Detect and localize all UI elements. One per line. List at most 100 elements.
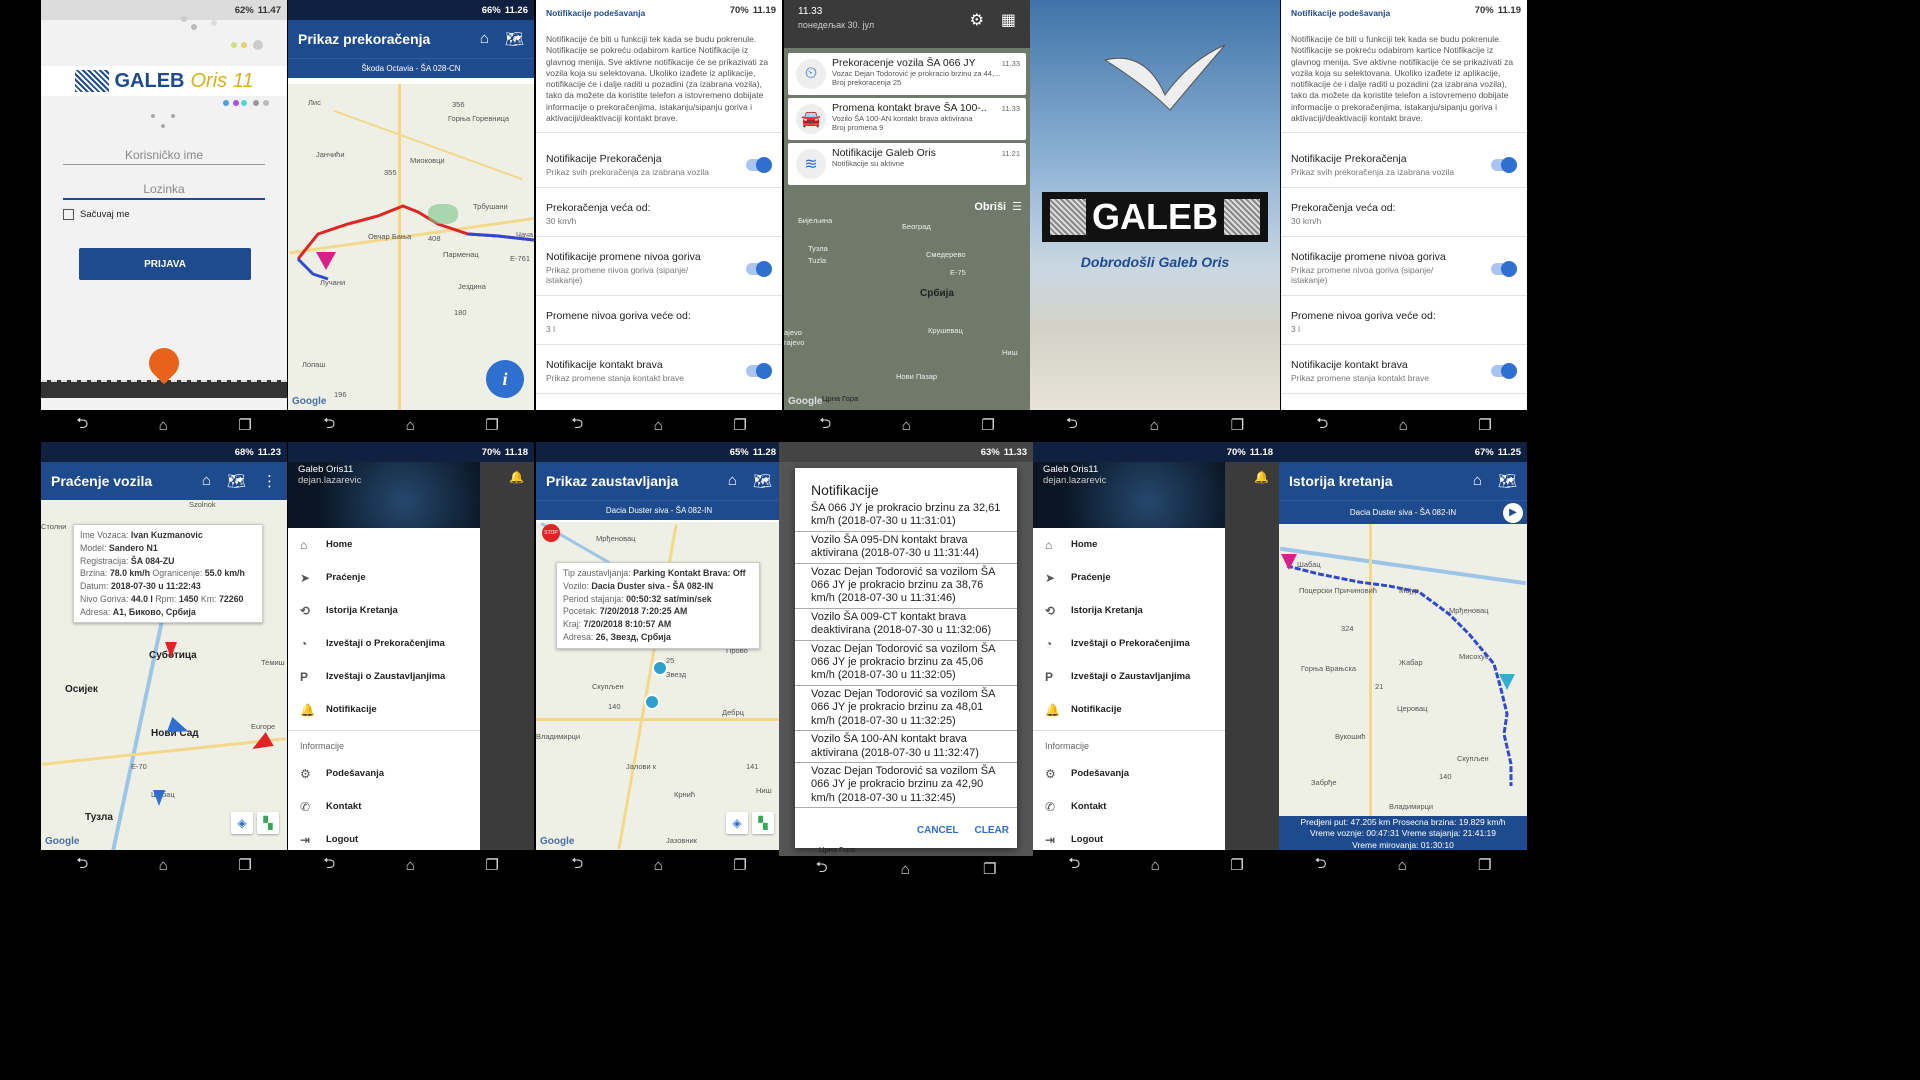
back-icon[interactable]: ⮌ — [76, 413, 88, 438]
home-nav-icon[interactable]: ⌂ — [1398, 857, 1407, 874]
setting-overspeed[interactable]: Notifikacije Prekoračenja Prikaz svih pr… — [1281, 133, 1527, 189]
setting-fuel-threshold[interactable]: Promene nivoa goriva veće od: 3 l — [536, 296, 782, 346]
login-button[interactable]: PRIJAVA — [79, 248, 251, 280]
home-nav-icon[interactable]: ⌂ — [902, 417, 911, 434]
home-nav-icon[interactable]: ⌂ — [159, 417, 168, 434]
recent-apps-icon[interactable]: ❐ — [238, 416, 251, 434]
map-icon[interactable]: 🗺 — [505, 30, 524, 48]
map-icon[interactable]: 🗺 — [227, 472, 246, 490]
more-options-icon[interactable]: ⋮ — [262, 472, 277, 490]
back-icon[interactable]: ⮌ — [323, 853, 335, 878]
home-icon[interactable]: ⌂ — [1473, 472, 1482, 490]
recent-apps-icon[interactable]: ❐ — [981, 416, 994, 434]
map[interactable]: Szolnok Столни Суботица Осијек Нови Сад … — [41, 500, 287, 850]
back-icon[interactable]: ⮌ — [1315, 853, 1327, 878]
back-icon[interactable]: ⮌ — [76, 853, 88, 878]
back-icon[interactable]: ⮌ — [323, 413, 335, 438]
recent-apps-icon[interactable]: ❐ — [1230, 856, 1243, 874]
menu-tracking[interactable]: ➤ Praćenje — [1033, 561, 1225, 594]
notification-card[interactable]: ⏲ Prekoracenje vozila ŠA 066 JY Vozac De… — [788, 53, 1026, 95]
overspeed-toggle[interactable] — [746, 157, 772, 174]
home-nav-icon[interactable]: ⌂ — [406, 417, 415, 434]
menu-settings[interactable]: ⚙ Podešavanja — [1033, 757, 1225, 790]
home-nav-icon[interactable]: ⌂ — [159, 857, 168, 874]
recent-apps-icon[interactable]: ❐ — [733, 416, 746, 434]
notification-item[interactable]: Vozac Dejan Todorović sa vozilom ŠA 066 … — [795, 686, 1017, 732]
home-icon[interactable]: ⌂ — [728, 472, 737, 490]
overspeed-toggle[interactable] — [1491, 157, 1517, 174]
map-icon[interactable]: 🗺 — [1498, 472, 1517, 490]
home-icon[interactable]: ⌂ — [202, 472, 211, 490]
home-nav-icon[interactable]: ⌂ — [654, 857, 663, 874]
map[interactable]: Шабац Поцерски Причиновић Мајур Мрђенова… — [1279, 524, 1527, 850]
notification-item[interactable]: Vozilo ŠA 095-DN kontakt brava aktiviran… — [795, 532, 1017, 564]
menu-contact[interactable]: ✆ Kontakt — [1033, 790, 1225, 823]
menu-overspeed-reports[interactable]: ◔ Izveštaji o Prekoračenjima — [288, 627, 480, 660]
recent-apps-icon[interactable]: ❐ — [485, 416, 498, 434]
open-maps-icon[interactable]: ▚ — [752, 812, 774, 834]
recent-apps-icon[interactable]: ❐ — [983, 860, 996, 878]
setting-overspeed[interactable]: Notifikacije Prekoračenja Prikaz svih pr… — [536, 133, 782, 189]
map[interactable]: STOP Мрђеновац Прово Звезд Скупљен Влади… — [536, 522, 782, 850]
info-button[interactable]: i — [486, 360, 524, 398]
menu-stop-reports[interactable]: P Izveštaji o Zaustavljanjima — [1033, 660, 1225, 693]
quick-settings-icon[interactable]: ▦ — [1001, 10, 1016, 30]
remember-checkbox[interactable] — [63, 209, 74, 220]
map[interactable]: Лис Горња Горевница Јанчићи Миоковци Овч… — [288, 84, 534, 410]
menu-stop-reports[interactable]: P Izveštaji o Zaustavljanjima — [288, 660, 480, 693]
menu-home[interactable]: ⌂ Home — [288, 528, 480, 561]
notification-item[interactable]: Vozac Dejan Todorović sa vozilom ŠA 066 … — [795, 564, 1017, 609]
ignition-toggle[interactable] — [1491, 363, 1517, 380]
menu-contact[interactable]: ✆ Kontakt — [288, 790, 480, 823]
notification-item[interactable]: Vozac Dejan Todorović sa vozilom ŠA 066 … — [795, 763, 1017, 809]
setting-fuel[interactable]: Notifikacije promene nivoa goriva Prikaz… — [1281, 237, 1527, 297]
recent-apps-icon[interactable]: ❐ — [1478, 416, 1491, 434]
menu-history[interactable]: ⟲ Istorija Kretanja — [288, 594, 480, 627]
notification-card[interactable]: 🚘 Promena kontakt brave ŠA 100-.. Vozilo… — [788, 98, 1026, 140]
home-nav-icon[interactable]: ⌂ — [1151, 857, 1160, 874]
map-icon[interactable]: 🗺 — [753, 472, 772, 490]
recent-apps-icon[interactable]: ❐ — [1478, 856, 1491, 874]
setting-fuel-threshold[interactable]: Promene nivoa goriva veće od: 3 l — [1281, 296, 1527, 346]
play-button-icon[interactable]: ▶ — [1503, 503, 1523, 523]
back-icon[interactable]: ⮌ — [1068, 853, 1080, 878]
password-input[interactable]: Lozinka — [63, 182, 265, 200]
notification-item[interactable]: Vozac Dejan Todorović sa vozilom ŠA 066 … — [795, 641, 1017, 686]
back-icon[interactable]: ⮌ — [816, 857, 828, 882]
home-nav-icon[interactable]: ⌂ — [1150, 417, 1159, 434]
ignition-toggle[interactable] — [746, 363, 772, 380]
remember-row[interactable]: Sačuvaj me — [63, 209, 130, 220]
directions-icon[interactable]: ◈ — [726, 812, 748, 834]
notification-card[interactable]: ≋ Notifikacije Galeb Oris Notifikacije s… — [788, 143, 1026, 185]
back-icon[interactable]: ⮌ — [571, 413, 583, 438]
home-nav-icon[interactable]: ⌂ — [406, 857, 415, 874]
setting-fuel[interactable]: Notifikacije promene nivoa goriva Prikaz… — [536, 237, 782, 297]
menu-tracking[interactable]: ➤ Praćenje — [288, 561, 480, 594]
menu-logout[interactable]: ⇥ Logout — [288, 823, 480, 850]
username-input[interactable]: Korisničko ime — [63, 148, 265, 165]
recent-apps-icon[interactable]: ❐ — [1231, 416, 1244, 434]
bell-icon[interactable]: 🔔 — [1254, 470, 1269, 484]
recent-apps-icon[interactable]: ❐ — [733, 856, 746, 874]
notification-item[interactable]: Vozilo ŠA 009-CT kontakt brava deaktivir… — [795, 609, 1017, 641]
home-icon[interactable]: ⌂ — [480, 30, 489, 48]
fuel-toggle[interactable] — [1491, 261, 1517, 278]
menu-history[interactable]: ⟲ Istorija Kretanja — [1033, 594, 1225, 627]
menu-settings[interactable]: ⚙ Podešavanja — [288, 757, 480, 790]
back-icon[interactable]: ⮌ — [1066, 413, 1078, 438]
menu-logout[interactable]: ⇥ Logout — [1033, 823, 1225, 850]
notification-item[interactable]: Vozilo ŠA 100-AN kontakt brava aktiviran… — [795, 731, 1017, 763]
fuel-toggle[interactable] — [746, 261, 772, 278]
clear-button[interactable]: CLEAR — [975, 825, 1009, 836]
settings-gear-icon[interactable]: ⚙ — [970, 10, 984, 30]
setting-ignition[interactable]: Notifikacije kontakt brava Prikaz promen… — [1281, 345, 1527, 395]
back-icon[interactable]: ⮌ — [819, 413, 831, 438]
notification-item[interactable]: ŠA 066 JY je prokracio brzinu za 32,61 k… — [795, 500, 1017, 532]
home-nav-icon[interactable]: ⌂ — [901, 861, 910, 878]
open-maps-icon[interactable]: ▚ — [257, 812, 279, 834]
menu-notifications[interactable]: 🔔 Notifikacije — [1033, 693, 1225, 726]
setting-overspeed-threshold[interactable]: Prekoračenja veća od: 30 km/h — [536, 188, 782, 238]
recent-apps-icon[interactable]: ❐ — [485, 856, 498, 874]
cancel-button[interactable]: CANCEL — [917, 825, 959, 836]
menu-overspeed-reports[interactable]: ◔ Izveštaji o Prekoračenjima — [1033, 627, 1225, 660]
